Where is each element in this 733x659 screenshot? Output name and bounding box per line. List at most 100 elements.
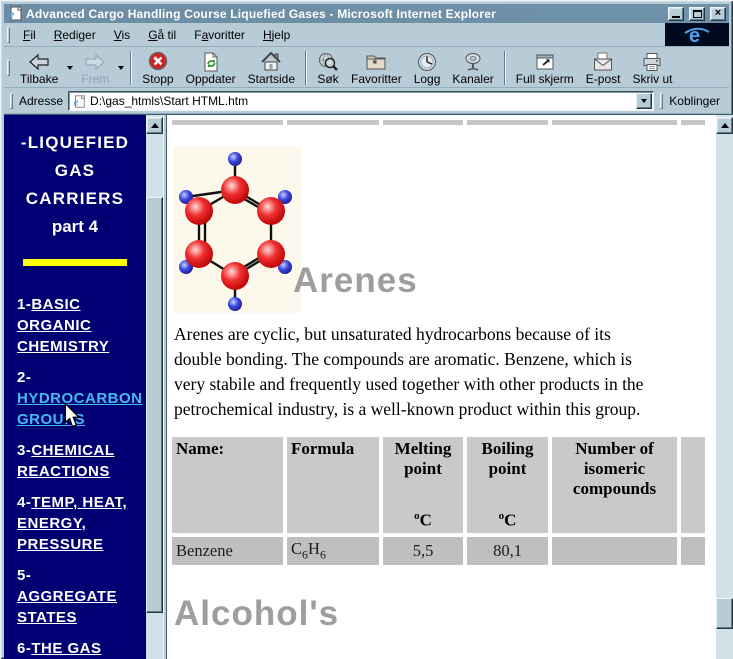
- back-icon: [28, 51, 50, 73]
- links-grip-handle[interactable]: [660, 93, 663, 109]
- channels-button[interactable]: Kanaler: [446, 49, 499, 87]
- col-header-melting: MeltingpointoC: [383, 437, 463, 533]
- sidebar-nav: 1-BASIC ORGANIC CHEMISTRY 2-HYDROCARBON …: [17, 294, 146, 659]
- refresh-icon: [200, 51, 222, 73]
- mail-button[interactable]: E-post: [580, 49, 627, 87]
- fullscreen-icon: [534, 51, 556, 73]
- sidebar-item-aggregate-states[interactable]: 5-AGGREGATE STATES: [17, 565, 131, 628]
- arrow-up-icon: [721, 123, 729, 128]
- cell-empty: [681, 537, 705, 565]
- refresh-button[interactable]: Oppdater: [180, 49, 242, 87]
- toolbar-grip-handle[interactable]: [7, 60, 10, 76]
- toolbar-separator: [130, 51, 132, 85]
- cell-boiling-point: 80,1: [467, 537, 548, 565]
- address-grip-handle[interactable]: [10, 93, 13, 109]
- main-scroll-up-button[interactable]: [716, 117, 733, 134]
- svg-text:*: *: [373, 57, 378, 71]
- svg-text:e: e: [74, 97, 79, 108]
- col-header-empty: [681, 437, 705, 533]
- toolbar-separator: [504, 51, 506, 85]
- print-icon: [641, 51, 663, 73]
- col-header-boiling: BoilingpointoC: [467, 437, 548, 533]
- favorites-icon: *: [365, 51, 387, 73]
- maximize-button[interactable]: [689, 7, 705, 21]
- history-icon: [416, 51, 438, 73]
- sidebar-item-chemical-reactions[interactable]: 3-CHEMICAL REACTIONS: [17, 440, 131, 482]
- chevron-down-icon: [67, 66, 73, 70]
- minimize-icon: [672, 16, 680, 18]
- arenes-paragraph: Arenes are cyclic, but unsaturated hydro…: [174, 322, 643, 422]
- window-title: Advanced Cargo Handling Course Liquefied…: [26, 7, 663, 21]
- svg-text:e: e: [9, 7, 15, 21]
- previous-table-edge: [172, 120, 705, 125]
- cell-formula: C6H6: [287, 537, 379, 565]
- page-icon: e: [72, 94, 86, 109]
- content-frames: -LIQUEFIED GAS CARRIERS part 4 1-BASIC O…: [4, 114, 733, 659]
- arrow-up-icon: [151, 123, 159, 128]
- forward-button[interactable]: Frem: [75, 49, 115, 87]
- ie-throbber-logo: e: [665, 23, 729, 46]
- menu-item-fil[interactable]: Fil: [14, 26, 45, 44]
- forward-dropdown-arrow[interactable]: [115, 50, 126, 86]
- sidebar-scrollbar-thumb[interactable]: [146, 197, 163, 613]
- table-header-row: Name: Formula MeltingpointoC Boilingpoin…: [172, 437, 705, 533]
- mail-icon: [592, 51, 614, 73]
- address-label: Adresse: [19, 94, 63, 108]
- sidebar-part-label: part 4: [4, 217, 146, 237]
- col-header-isomeric: Number of isomeric compounds: [552, 437, 677, 533]
- print-button[interactable]: Skriv ut: [626, 49, 678, 87]
- stop-icon: [147, 51, 169, 73]
- menu-grip-handle[interactable]: [7, 27, 10, 43]
- sidebar-scroll-up-button[interactable]: [146, 117, 163, 134]
- search-icon: [317, 51, 339, 73]
- fullscreen-button[interactable]: Full skjerm: [510, 49, 580, 87]
- toolbar-separator: [305, 51, 307, 85]
- table-row-benzene: Benzene C6H6 5,5 80,1: [172, 537, 705, 565]
- search-button[interactable]: Søk: [311, 49, 345, 87]
- yellow-divider-rule: [23, 259, 127, 266]
- sidebar-title: -LIQUEFIED GAS CARRIERS: [4, 129, 146, 213]
- chevron-down-icon: [118, 66, 124, 70]
- chevron-down-icon: [641, 99, 647, 103]
- main-scrollbar[interactable]: [716, 115, 733, 659]
- history-button[interactable]: Logg: [408, 49, 447, 87]
- sidebar-item-basic-organic-chemistry[interactable]: 1-BASIC ORGANIC CHEMISTRY: [17, 294, 131, 357]
- ie-document-icon: e: [7, 6, 23, 21]
- menu-item-rediger[interactable]: Rediger: [45, 26, 105, 44]
- menu-item-favoritter[interactable]: Favoritter: [185, 26, 254, 44]
- menu-item-vis[interactable]: Vis: [105, 26, 139, 44]
- stop-button[interactable]: Stopp: [136, 49, 179, 87]
- sidebar-nav-frame: -LIQUEFIED GAS CARRIERS part 4 1-BASIC O…: [4, 115, 146, 659]
- benzene-molecule-image: [173, 146, 301, 313]
- favorites-button[interactable]: * Favoritter: [345, 49, 408, 87]
- back-dropdown-arrow[interactable]: [64, 50, 75, 86]
- cell-isomeric: [552, 537, 677, 565]
- menu-item-ga-til[interactable]: Gå til: [139, 26, 185, 44]
- address-dropdown-button[interactable]: [636, 93, 652, 109]
- back-button[interactable]: Tilbake: [14, 49, 64, 87]
- main-scrollbar-thumb[interactable]: [716, 598, 733, 629]
- close-button[interactable]: ×: [710, 7, 726, 21]
- cell-name: Benzene: [172, 537, 283, 565]
- close-icon: ×: [715, 8, 721, 19]
- col-header-name: Name:: [172, 437, 283, 533]
- forward-icon: [84, 51, 106, 73]
- menu-item-hjelp[interactable]: Hjelp: [254, 26, 299, 44]
- sidebar-scrollbar[interactable]: [146, 115, 163, 659]
- sidebar-item-temp-heat-energy-pressure[interactable]: 4-TEMP, HEAT, ENERGY, PRESSURE: [17, 492, 131, 555]
- links-band-label[interactable]: Koblinger: [669, 94, 720, 108]
- home-button[interactable]: Startside: [242, 49, 301, 87]
- menu-bar: Fil Rediger Vis Gå til Favoritter Hjelp …: [4, 23, 729, 47]
- home-icon: [260, 51, 282, 73]
- page-heading-arenes: Arenes: [293, 261, 418, 301]
- mouse-cursor: [64, 403, 81, 434]
- col-header-formula: Formula: [287, 437, 379, 533]
- sidebar-item-the-gas-laws[interactable]: 6-THE GAS LAWS: [17, 638, 131, 659]
- address-input[interactable]: [90, 94, 632, 108]
- browser-window: e Advanced Cargo Handling Course Liquefi…: [0, 0, 733, 659]
- address-field: e: [68, 91, 654, 111]
- toolbar: Tilbake Frem Stopp Oppdater: [4, 48, 729, 88]
- maximize-icon: [693, 10, 702, 18]
- title-bar: e Advanced Cargo Handling Course Liquefi…: [4, 4, 729, 23]
- minimize-button[interactable]: [668, 7, 684, 21]
